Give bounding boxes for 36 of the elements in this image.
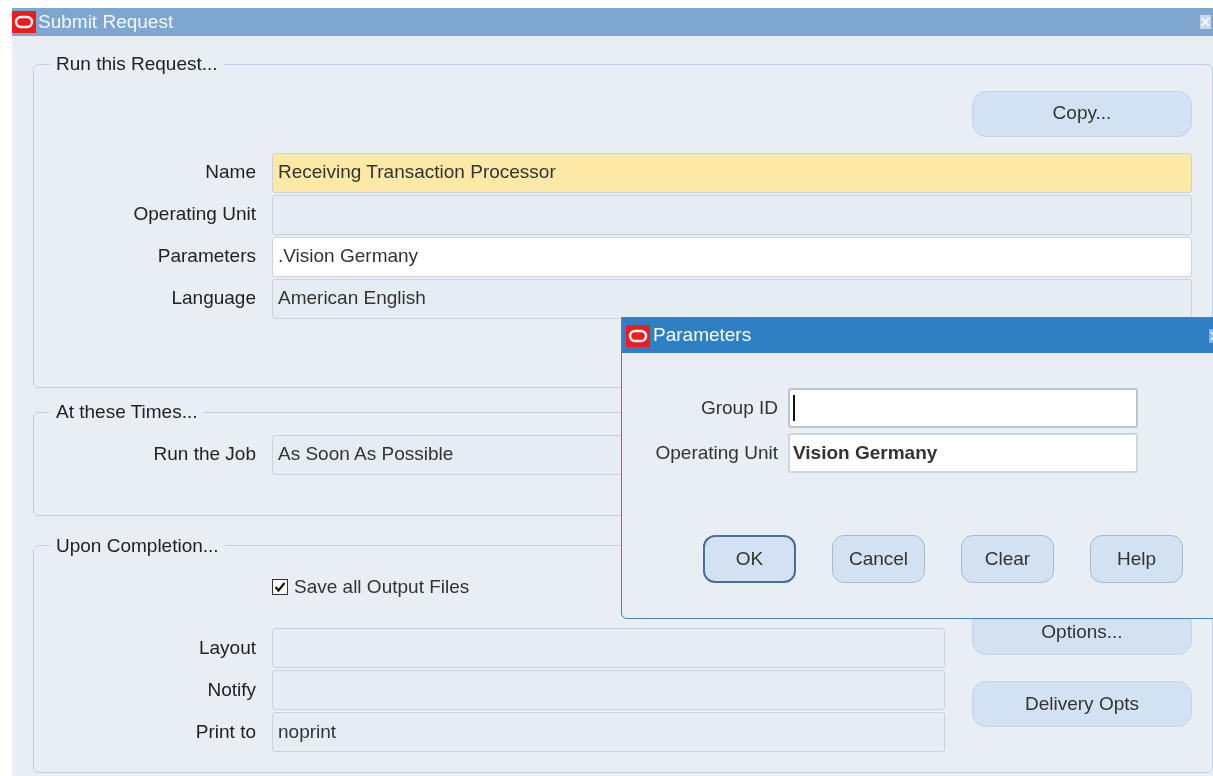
field-label: Language — [170, 286, 256, 311]
group-title: Run this Request... — [55, 52, 219, 76]
text-cursor — [793, 395, 795, 421]
field-label: Operating Unit — [132, 202, 256, 227]
window-title: Submit Request — [38, 9, 175, 34]
checkbox[interactable] — [272, 579, 288, 595]
button[interactable]: Copy... — [972, 90, 1192, 137]
checkmark-icon — [274, 581, 286, 593]
field-label: Run the Job — [152, 442, 256, 467]
text-field[interactable]: noprint — [272, 712, 945, 752]
field-label: Parameters — [156, 244, 256, 269]
checkbox-label: Save all Output Files — [294, 574, 470, 599]
button[interactable]: Clear — [961, 535, 1054, 583]
button[interactable]: Help — [1090, 535, 1183, 583]
logo-icon — [626, 324, 650, 347]
button[interactable]: OK — [703, 535, 796, 583]
field-label: Notify — [206, 677, 256, 702]
field-label: Name — [204, 160, 256, 185]
button[interactable]: Cancel — [832, 535, 925, 583]
text-field[interactable]: American English — [272, 278, 1192, 319]
text-field[interactable]: Receiving Transaction Processor — [272, 152, 1192, 193]
field-label: Layout — [197, 635, 256, 660]
text-field[interactable]: Vision Germany — [788, 433, 1138, 473]
field-label: Print to — [194, 719, 256, 744]
button[interactable]: Delivery Opts — [972, 681, 1192, 727]
text-field[interactable] — [272, 194, 1192, 235]
group-title: Upon Completion... — [55, 533, 220, 558]
field-label: Operating Unit — [654, 440, 778, 465]
logo-icon — [12, 11, 36, 33]
field-label: Group ID — [699, 395, 778, 420]
text-field[interactable] — [272, 670, 945, 710]
text-field[interactable]: .Vision Germany — [272, 236, 1192, 277]
window-title: Parameters — [653, 323, 753, 348]
text-field[interactable] — [788, 388, 1138, 428]
text-field[interactable] — [272, 628, 945, 668]
group-title: At these Times... — [55, 400, 199, 424]
